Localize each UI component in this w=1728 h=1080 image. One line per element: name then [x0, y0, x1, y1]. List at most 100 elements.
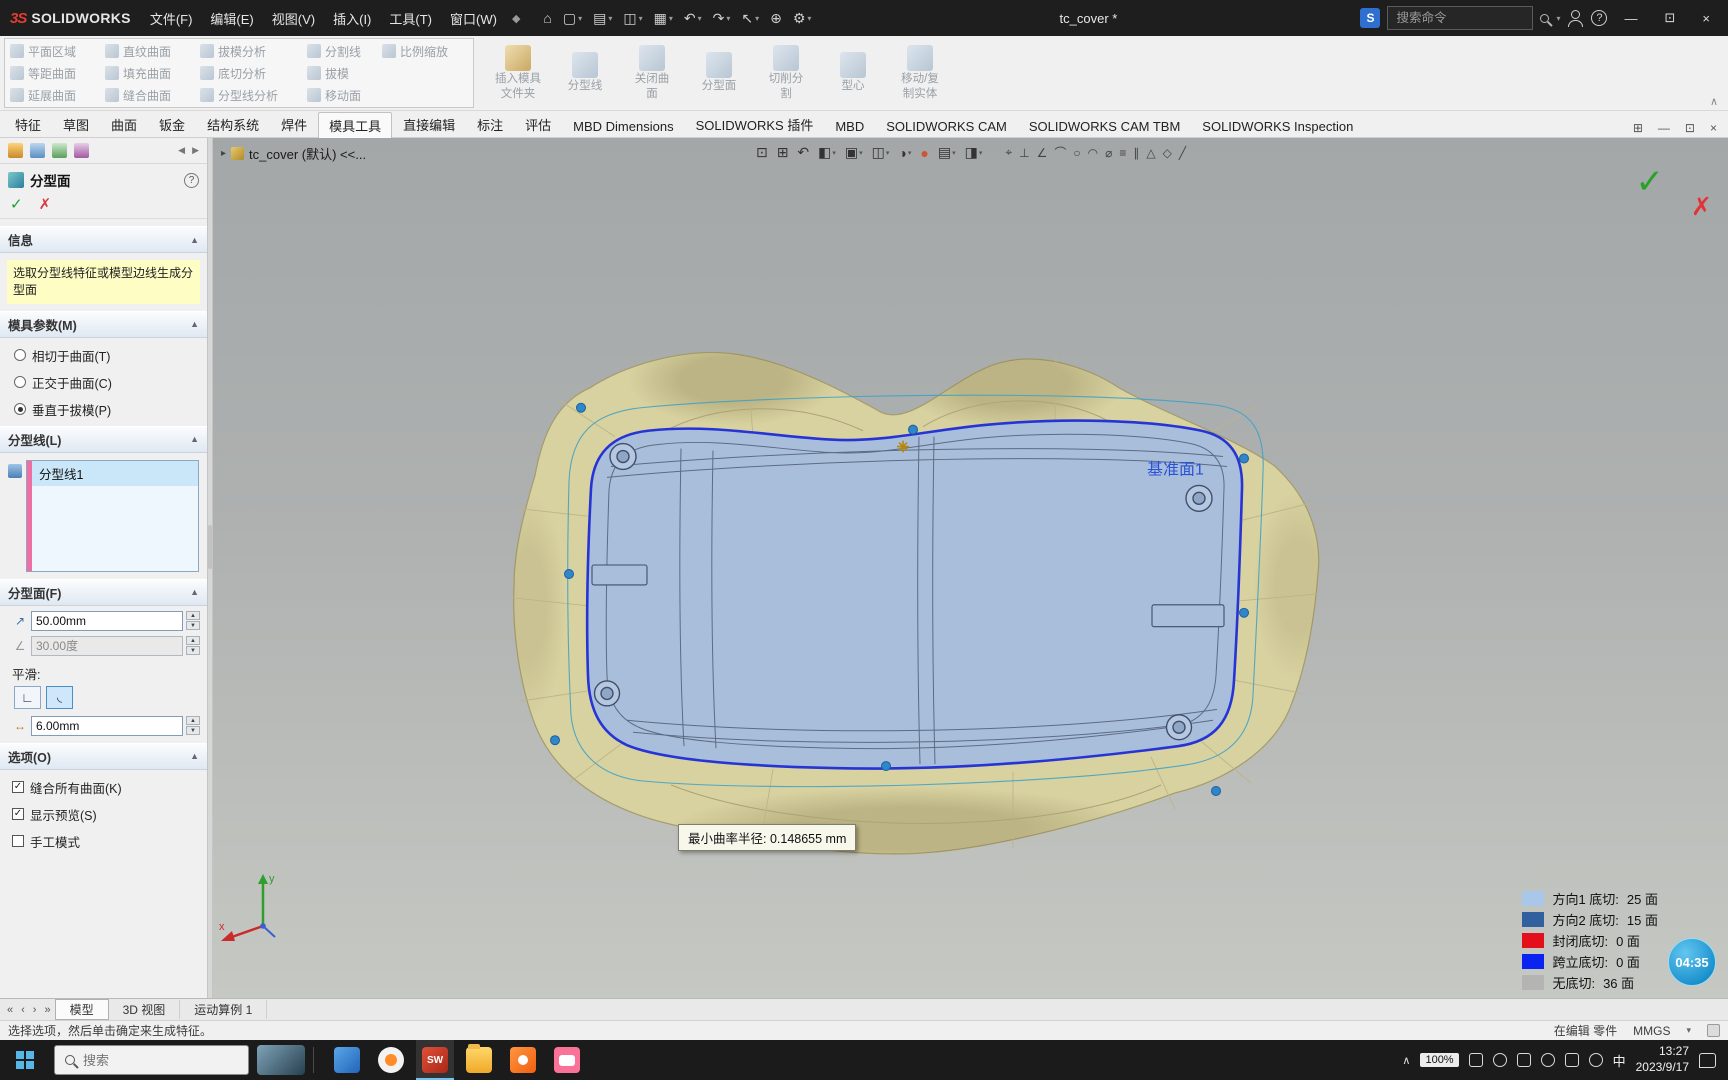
- section-header-parting-surface[interactable]: 分型面(F) ▲: [0, 578, 207, 606]
- undo-icon[interactable]: ↶ ▾: [679, 7, 707, 30]
- command-search-input[interactable]: [1387, 6, 1534, 30]
- tile-windows-icon[interactable]: ⊞: [1626, 119, 1650, 137]
- parting-line-display-icon[interactable]: ≡: [1116, 144, 1129, 162]
- app-solidworks-button[interactable]: SW: [416, 1040, 454, 1080]
- hidden-icons-icon[interactable]: ∧: [1402, 1054, 1410, 1067]
- tab-mold-tools[interactable]: 模具工具: [318, 112, 393, 138]
- tab-structure-system[interactable]: 结构系统: [196, 111, 270, 137]
- confirm-cancel-icon[interactable]: ✗: [1691, 192, 1712, 222]
- restore-document-icon[interactable]: ⊡: [1678, 119, 1702, 137]
- section-header-info[interactable]: 信息 ▲: [0, 226, 207, 253]
- close-document-icon[interactable]: ×: [1703, 119, 1724, 137]
- coordinate-system-icon[interactable]: ◠: [1085, 144, 1101, 162]
- tab-surfaces[interactable]: 曲面: [100, 111, 148, 137]
- open-document-icon[interactable]: ▤ ▾: [588, 7, 617, 30]
- parting-line-edge[interactable]: [585, 419, 1244, 770]
- section-header-options[interactable]: 选项(O) ▲: [0, 742, 207, 770]
- split-line-button[interactable]: 分割线: [307, 40, 379, 62]
- app-orange-button[interactable]: [504, 1040, 542, 1080]
- tab-scroll-right-icon[interactable]: ›: [29, 1004, 41, 1016]
- menu-file[interactable]: 文件(F): [141, 5, 202, 32]
- tab-evaluate[interactable]: 评估: [514, 111, 562, 137]
- collapse-ribbon-icon[interactable]: ∧: [1710, 95, 1718, 108]
- offset-surface-button[interactable]: 等距曲面: [10, 62, 102, 84]
- checkbox-show-preview[interactable]: ✓ 显示预览(S): [12, 805, 207, 824]
- distance-input[interactable]: [31, 610, 183, 631]
- options-gear-icon[interactable]: ⚙ ▾: [788, 7, 817, 30]
- smooth-distance-input[interactable]: [31, 715, 183, 736]
- origin-display-icon[interactable]: ○: [1070, 144, 1083, 162]
- section-view-icon[interactable]: ◧ ▾: [814, 142, 840, 163]
- dimension-visibility-icon[interactable]: ⌒: [1051, 142, 1069, 163]
- ok-button[interactable]: ✓: [10, 195, 23, 213]
- search-icon[interactable]: [1540, 13, 1550, 23]
- minimize-document-icon[interactable]: —: [1651, 119, 1677, 137]
- app-photos-button[interactable]: [328, 1040, 366, 1080]
- parting-surfaces-button[interactable]: 分型面: [687, 49, 751, 96]
- restore-button[interactable]: ⊡: [1654, 6, 1685, 30]
- battery-indicator[interactable]: 100%: [1420, 1053, 1459, 1067]
- draft-analysis-button[interactable]: 拔模分析: [200, 40, 304, 62]
- cancel-button[interactable]: ✗: [39, 195, 52, 213]
- pin-menu-icon[interactable]: ◆: [506, 12, 526, 25]
- volume-icon[interactable]: [1588, 1053, 1603, 1067]
- status-extra-icon[interactable]: [1707, 1024, 1720, 1037]
- section-header-mold-parameters[interactable]: 模具参数(M) ▲: [0, 310, 207, 338]
- model-canvas[interactable]: 基准面1: [213, 138, 1728, 998]
- checkbox-knit-all-surfaces[interactable]: ✓ 缝合所有曲面(K): [12, 778, 207, 797]
- tab-mbd[interactable]: MBD: [824, 115, 875, 137]
- move-face-button[interactable]: 移动面: [307, 84, 379, 106]
- tab-cam[interactable]: SOLIDWORKS CAM: [875, 115, 1018, 137]
- pane-scroll-left-icon[interactable]: ◀: [178, 145, 185, 156]
- close-button[interactable]: ×: [1692, 7, 1720, 30]
- spin-down-icon[interactable]: ▼: [186, 726, 200, 736]
- pane-scroll-right-icon[interactable]: ▶: [192, 145, 199, 156]
- featuremanager-tree-tab-icon[interactable]: [8, 143, 23, 158]
- breadcrumb[interactable]: ▸ tc_cover (默认) <<...: [221, 144, 366, 163]
- rebuild-icon[interactable]: ⊕: [765, 7, 787, 30]
- taskbar-clock[interactable]: 13:27 2023/9/17: [1636, 1044, 1689, 1075]
- tab-direct-editing[interactable]: 直接编辑: [392, 111, 466, 137]
- tab-inspection[interactable]: SOLIDWORKS Inspection: [1191, 115, 1364, 137]
- print-icon[interactable]: ▦ ▾: [649, 7, 678, 30]
- redo-icon[interactable]: ↷ ▾: [708, 7, 736, 30]
- tab-markup[interactable]: 标注: [466, 111, 514, 137]
- menu-insert[interactable]: 插入(I): [324, 5, 380, 32]
- taskbar-search-input[interactable]: [83, 1052, 213, 1068]
- panel-help-icon[interactable]: ?: [184, 172, 199, 188]
- shut-off-surfaces-button[interactable]: 关闭曲面: [620, 42, 684, 104]
- tab-sheet-metal[interactable]: 钣金: [148, 111, 196, 137]
- view-orientation-icon[interactable]: ▣ ▾: [841, 142, 867, 163]
- point-display-icon[interactable]: ∥: [1130, 144, 1142, 162]
- menu-edit[interactable]: 编辑(E): [201, 5, 262, 32]
- tab-model[interactable]: 模型: [54, 999, 109, 1020]
- insert-mold-folders-button[interactable]: 插入模具 文件夹: [486, 42, 550, 104]
- hide-show-items-icon[interactable]: ◑ ▾: [894, 143, 915, 163]
- parting-line-list-item[interactable]: 分型线1: [32, 460, 198, 486]
- core-button[interactable]: 型心: [821, 49, 885, 96]
- displaymanager-tab-icon[interactable]: [74, 143, 89, 158]
- taskbar-search[interactable]: [54, 1045, 249, 1075]
- confirm-ok-icon[interactable]: ✓: [1636, 162, 1665, 202]
- spin-up-icon[interactable]: ▲: [186, 716, 200, 726]
- configurationmanager-tab-icon[interactable]: [52, 143, 67, 158]
- notification-icon[interactable]: [1699, 1052, 1716, 1068]
- tab-weldments[interactable]: 焊件: [270, 111, 318, 137]
- sketch-visibility-icon[interactable]: ∠: [1034, 144, 1051, 162]
- tab-scroll-last-icon[interactable]: »: [40, 1004, 54, 1016]
- splitter-grip[interactable]: [208, 525, 212, 569]
- app-bilibili-button[interactable]: [548, 1040, 586, 1080]
- help-icon[interactable]: ?: [1591, 10, 1608, 26]
- minimize-button[interactable]: —: [1614, 7, 1647, 30]
- tab-sketch[interactable]: 草图: [52, 111, 100, 137]
- tab-features[interactable]: 特征: [4, 111, 52, 137]
- tab-cam-tbm[interactable]: SOLIDWORKS CAM TBM: [1018, 115, 1191, 137]
- previous-view-icon[interactable]: ↶: [793, 142, 813, 163]
- filled-surface-button[interactable]: 填充曲面: [105, 62, 197, 84]
- ruled-surface-button[interactable]: 直纹曲面: [105, 40, 197, 62]
- tab-scroll-first-icon[interactable]: «: [3, 1004, 17, 1016]
- tab-3d-views[interactable]: 3D 视图: [109, 1000, 181, 1019]
- zoom-area-icon[interactable]: ⊞: [773, 142, 793, 163]
- propertymanager-tab-icon[interactable]: [30, 143, 45, 158]
- parting-lines-button[interactable]: 分型线: [553, 49, 617, 96]
